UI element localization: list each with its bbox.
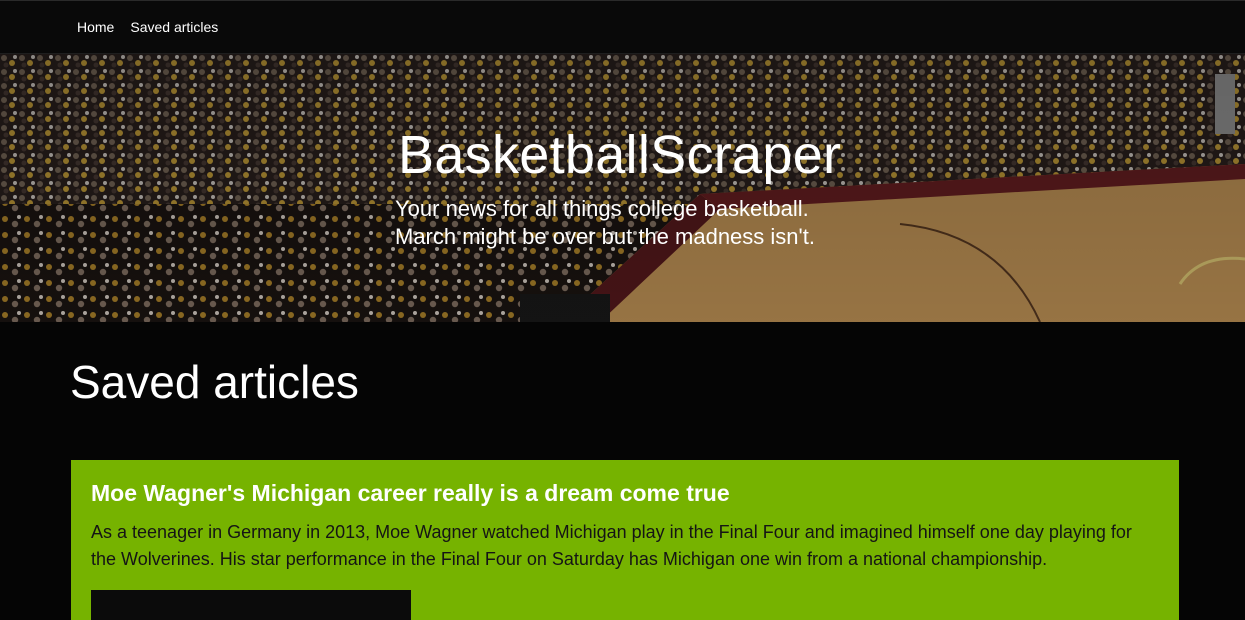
article-card: Moe Wagner's Michigan career really is a… <box>71 460 1179 620</box>
navbar: Home Saved articles <box>0 0 1245 54</box>
page-title: Saved articles <box>70 356 359 408</box>
article-thumbnail <box>91 590 411 620</box>
arena-background-image <box>0 54 1245 322</box>
nav-link-home[interactable]: Home <box>77 19 114 35</box>
article-title[interactable]: Moe Wagner's Michigan career really is a… <box>91 480 730 507</box>
nav-link-saved-articles[interactable]: Saved articles <box>130 19 218 35</box>
site-title: BasketballScraper <box>398 125 842 185</box>
site-tagline: Your news for all things college basketb… <box>395 196 815 249</box>
nav-links: Home Saved articles <box>77 19 218 35</box>
article-summary: As a teenager in Germany in 2013, Moe Wa… <box>91 522 1132 569</box>
hero-banner: BasketballScraper Your news for all thin… <box>0 54 1245 322</box>
